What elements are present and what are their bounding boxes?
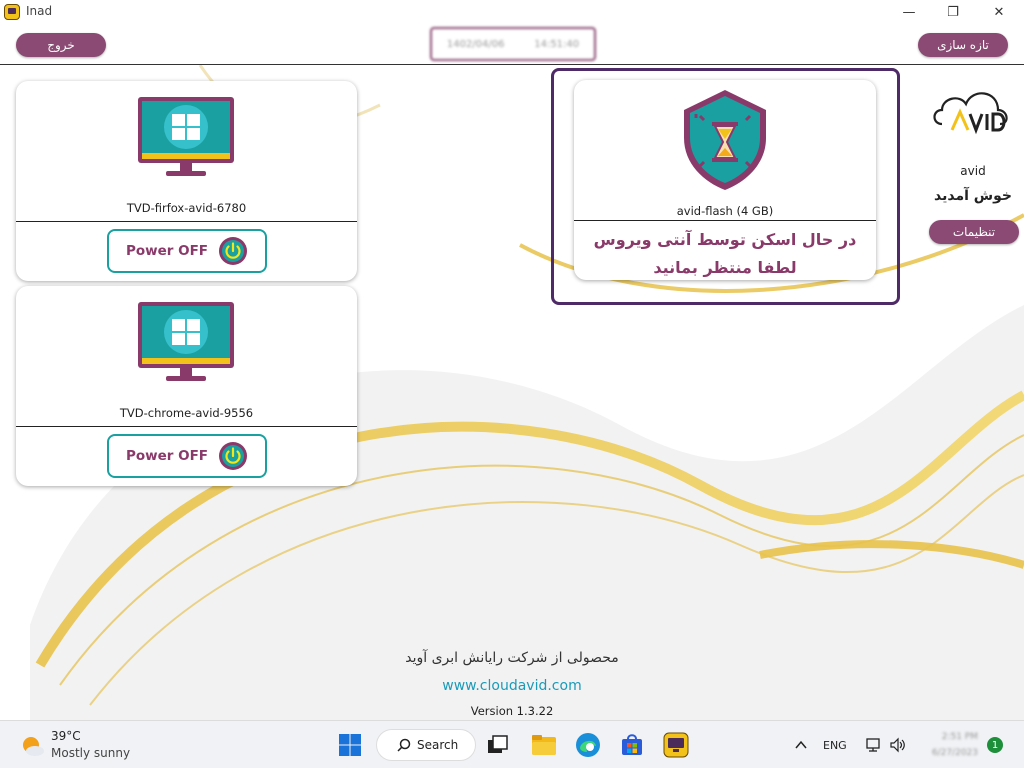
power-icon: [219, 237, 248, 265]
website-link[interactable]: www.cloudavid.com: [340, 678, 684, 694]
weather-condition: Mostly sunny: [51, 746, 131, 760]
vm-card[interactable]: TVD-chrome-avid-9556 Power OFF: [16, 286, 357, 486]
edge-browser-icon[interactable]: [574, 731, 602, 759]
taskbar: 39°C Mostly sunny Search ENG 2:51 PM 6/2…: [0, 720, 1024, 768]
tray-chevron-up-icon[interactable]: [793, 721, 809, 768]
scan-line-2: لطفا منتظر بمانید: [653, 258, 797, 277]
inad-app-taskbar-icon[interactable]: [662, 731, 690, 759]
date-text: 1402/04/06: [446, 38, 505, 50]
power-off-button[interactable]: Power OFF: [107, 229, 267, 273]
logout-button[interactable]: خروج: [16, 33, 106, 57]
power-icon: [219, 442, 248, 470]
vm-name: TVD-chrome-avid-9556: [119, 406, 254, 420]
vm-name: TVD-firfox-avid-6780: [126, 201, 247, 215]
network-icon[interactable]: [865, 721, 883, 768]
task-view-icon[interactable]: [484, 731, 512, 759]
scan-line-1: در حال اسکن توسط آنتی ویروس: [593, 230, 857, 249]
card-divider: [16, 426, 357, 427]
refresh-button[interactable]: تازه سازی: [918, 33, 1008, 57]
windows-monitor-icon: [138, 97, 234, 176]
date-time-display: 1402/04/06 14:51:40: [430, 27, 596, 61]
header-divider: [0, 64, 1024, 65]
windows-monitor-icon: [138, 302, 234, 381]
search-label: Search: [417, 738, 459, 752]
time-text: 14:51:40: [534, 38, 580, 50]
flash-name: avid-flash (4 GB): [676, 204, 774, 218]
title-bar: Inad — ❐ ✕: [0, 0, 1024, 24]
search-icon: [397, 738, 411, 752]
power-label: Power OFF: [125, 243, 209, 259]
window-title: Inad: [26, 4, 53, 18]
minimize-button[interactable]: —: [886, 0, 932, 24]
power-off-button[interactable]: Power OFF: [107, 434, 267, 478]
avid-logo: [933, 92, 1008, 135]
microsoft-store-icon[interactable]: [618, 731, 646, 759]
maximize-button[interactable]: ❐: [930, 0, 976, 24]
temperature: 39°C: [51, 729, 81, 743]
username: avid: [960, 164, 986, 178]
power-label: Power OFF: [125, 448, 209, 464]
card-divider: [574, 220, 876, 221]
antivirus-shield-icon: [684, 90, 766, 190]
clock-date: 6/27/2023: [931, 748, 978, 758]
version-text: Version 1.3.22: [470, 704, 554, 718]
file-explorer-icon[interactable]: [530, 731, 558, 759]
notification-badge[interactable]: 1: [987, 737, 1003, 753]
input-language[interactable]: ENG: [823, 721, 847, 768]
product-credit: محصولی از شرکت رایانش ابری آوید: [405, 650, 619, 666]
sun-cloud-icon[interactable]: [20, 733, 46, 759]
windows-start-icon[interactable]: [336, 731, 364, 759]
settings-button[interactable]: تنظیمات: [929, 220, 1019, 244]
taskbar-clock[interactable]: 2:51 PM 6/27/2023: [918, 729, 978, 761]
clock-time: 2:51 PM: [941, 732, 978, 742]
taskbar-search[interactable]: Search: [376, 729, 476, 761]
scan-status-message: در حال اسکن توسط آنتی ویروس لطفا منتظر ب…: [574, 226, 876, 282]
flash-card: avid-flash (4 GB) در حال اسکن توسط آنتی …: [574, 80, 876, 280]
volume-icon[interactable]: [889, 721, 907, 768]
card-divider: [16, 221, 357, 222]
welcome-text: خوش آمدید: [934, 188, 1012, 204]
app-icon: [4, 4, 20, 20]
close-button[interactable]: ✕: [976, 0, 1022, 24]
vm-card[interactable]: TVD-firfox-avid-6780 Power OFF: [16, 81, 357, 281]
